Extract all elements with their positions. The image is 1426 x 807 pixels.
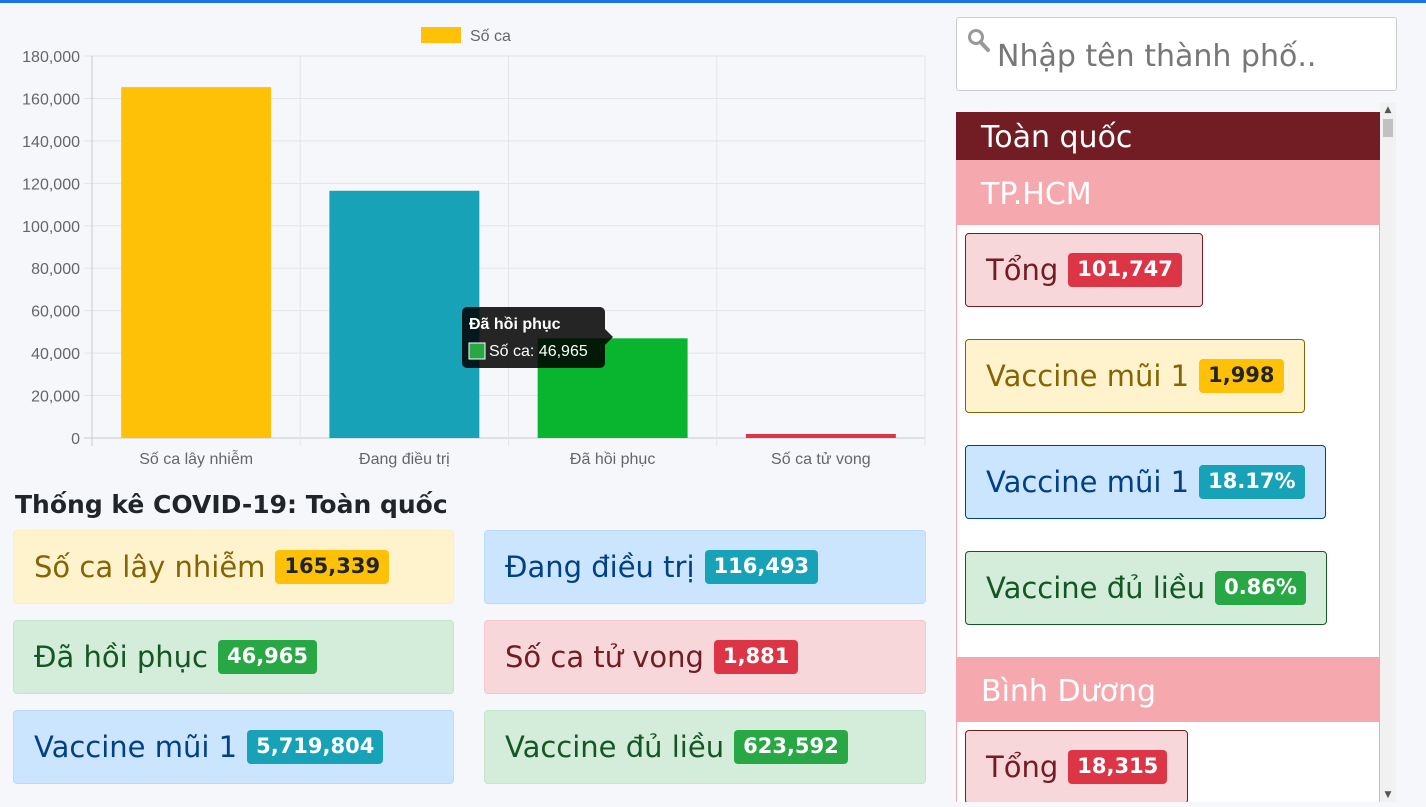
top-accent-bar <box>0 0 1426 3</box>
y-tick-label: 0 <box>71 431 80 448</box>
scroll-thumb[interactable] <box>1383 119 1393 137</box>
stat-vaccine-dose1: Vaccine mũi 1 5,719,804 <box>13 710 454 784</box>
stat-badge: 116,493 <box>704 550 819 584</box>
city-stat-label: Tổng <box>986 253 1059 287</box>
y-tick-label: 100,000 <box>22 219 80 236</box>
y-tick-label: 60,000 <box>31 304 80 321</box>
national-header[interactable]: Toàn quốc <box>956 112 1380 160</box>
city-search-box[interactable] <box>956 17 1397 91</box>
city-header-binh-duong[interactable]: Bình Dương <box>956 657 1380 722</box>
y-tick-label: 180,000 <box>22 49 80 66</box>
city-stat-total: Tổng 101,747 <box>965 233 1203 307</box>
bar[interactable] <box>745 434 896 438</box>
city-header-hcm[interactable]: TP.HCM <box>956 160 1380 225</box>
search-icon <box>968 29 990 52</box>
city-stat-badge: 18.17% <box>1199 465 1305 499</box>
city-stat-label: Vaccine mũi 1 <box>986 465 1190 499</box>
stat-vaccine-full: Vaccine đủ liều 623,592 <box>484 710 926 784</box>
stat-label: Vaccine đủ liều <box>505 730 725 764</box>
bar[interactable] <box>121 87 272 439</box>
city-stat-badge: 18,315 <box>1068 750 1168 784</box>
y-tick-label: 120,000 <box>22 176 80 193</box>
city-stat-badge: 101,747 <box>1068 253 1182 287</box>
city-stat-badge: 0.86% <box>1215 571 1306 605</box>
y-tick-label: 20,000 <box>31 389 80 406</box>
stat-badge: 46,965 <box>217 640 318 674</box>
city-stat-total: Tổng 18,315 <box>965 730 1189 802</box>
covid-bar-chart: 0 20,000 40,000 60,000 80,000 100,000 120,000 1… <box>0 10 940 480</box>
stat-badge: 1,881 <box>713 640 799 674</box>
city-stat-label: Vaccine mũi 1 <box>986 359 1190 393</box>
panel-scrollbar[interactable]: ▲ ▼ <box>1380 103 1396 802</box>
city-body-binh-duong: Tổng 18,315 <box>956 722 1380 802</box>
stat-badge: 623,592 <box>734 730 848 764</box>
tooltip-label: Số ca: 46,965 <box>489 343 588 360</box>
stat-deaths: Số ca tử vong 1,881 <box>484 620 926 694</box>
legend-swatch <box>421 27 461 43</box>
stat-label: Số ca lây nhiễm <box>34 550 266 584</box>
y-tick-label: 160,000 <box>22 91 80 108</box>
y-tick-label: 140,000 <box>22 134 80 151</box>
x-tick-label: Đang điều trị <box>359 451 450 468</box>
city-search-input[interactable] <box>997 32 1387 80</box>
city-stat-vaccine-dose1-count: Vaccine mũi 1 1,998 <box>965 339 1305 413</box>
stat-badge: 165,339 <box>275 550 390 584</box>
y-tick-label: 80,000 <box>31 261 80 278</box>
x-tick-label: Số ca lây nhiễm <box>139 449 253 468</box>
tooltip-swatch <box>468 342 486 360</box>
chart-tooltip: Đã hồi phục Số ca: 46,965 <box>462 307 613 368</box>
stat-treating: Đang điều trị 116,493 <box>484 530 926 604</box>
city-stat-vaccine-dose1-pct: Vaccine mũi 1 18.17% <box>965 445 1326 519</box>
city-stat-label: Tổng <box>986 750 1059 784</box>
tooltip-title: Đã hồi phục <box>469 316 561 333</box>
stat-label: Đang điều trị <box>505 550 695 584</box>
city-stat-vaccine-full-pct: Vaccine đủ liều 0.86% <box>965 551 1327 625</box>
y-tick-label: 40,000 <box>31 346 80 363</box>
city-stat-label: Vaccine đủ liều <box>986 571 1206 605</box>
legend-series-name: Số ca <box>470 28 511 45</box>
x-tick-label: Số ca tử vong <box>771 451 871 468</box>
city-stat-badge: 1,998 <box>1199 359 1284 393</box>
stat-label: Số ca tử vong <box>505 640 704 674</box>
stat-label: Đã hồi phục <box>34 640 208 674</box>
stat-label: Vaccine mũi 1 <box>34 730 238 764</box>
bar[interactable] <box>329 190 480 438</box>
stats-title: Thống kê COVID-19: Toàn quốc <box>15 490 448 519</box>
chart-svg: 0 20,000 40,000 60,000 80,000 100,000 120,000 1… <box>22 27 926 468</box>
city-list-panel[interactable]: Toàn quốc TP.HCM Tổng 101,747 Vaccine mũ… <box>956 112 1380 802</box>
scroll-up-arrow-icon[interactable]: ▲ <box>1380 103 1396 117</box>
scroll-down-arrow-icon[interactable]: ▼ <box>1380 788 1396 802</box>
stat-badge: 5,719,804 <box>247 730 384 764</box>
city-body-hcm: Tổng 101,747 Vaccine mũi 1 1,998 Vaccine… <box>956 225 1380 657</box>
stat-infections: Số ca lây nhiễm 165,339 <box>13 530 454 604</box>
x-tick-label: Đã hồi phục <box>570 451 655 468</box>
stat-recovered: Đã hồi phục 46,965 <box>13 620 454 694</box>
